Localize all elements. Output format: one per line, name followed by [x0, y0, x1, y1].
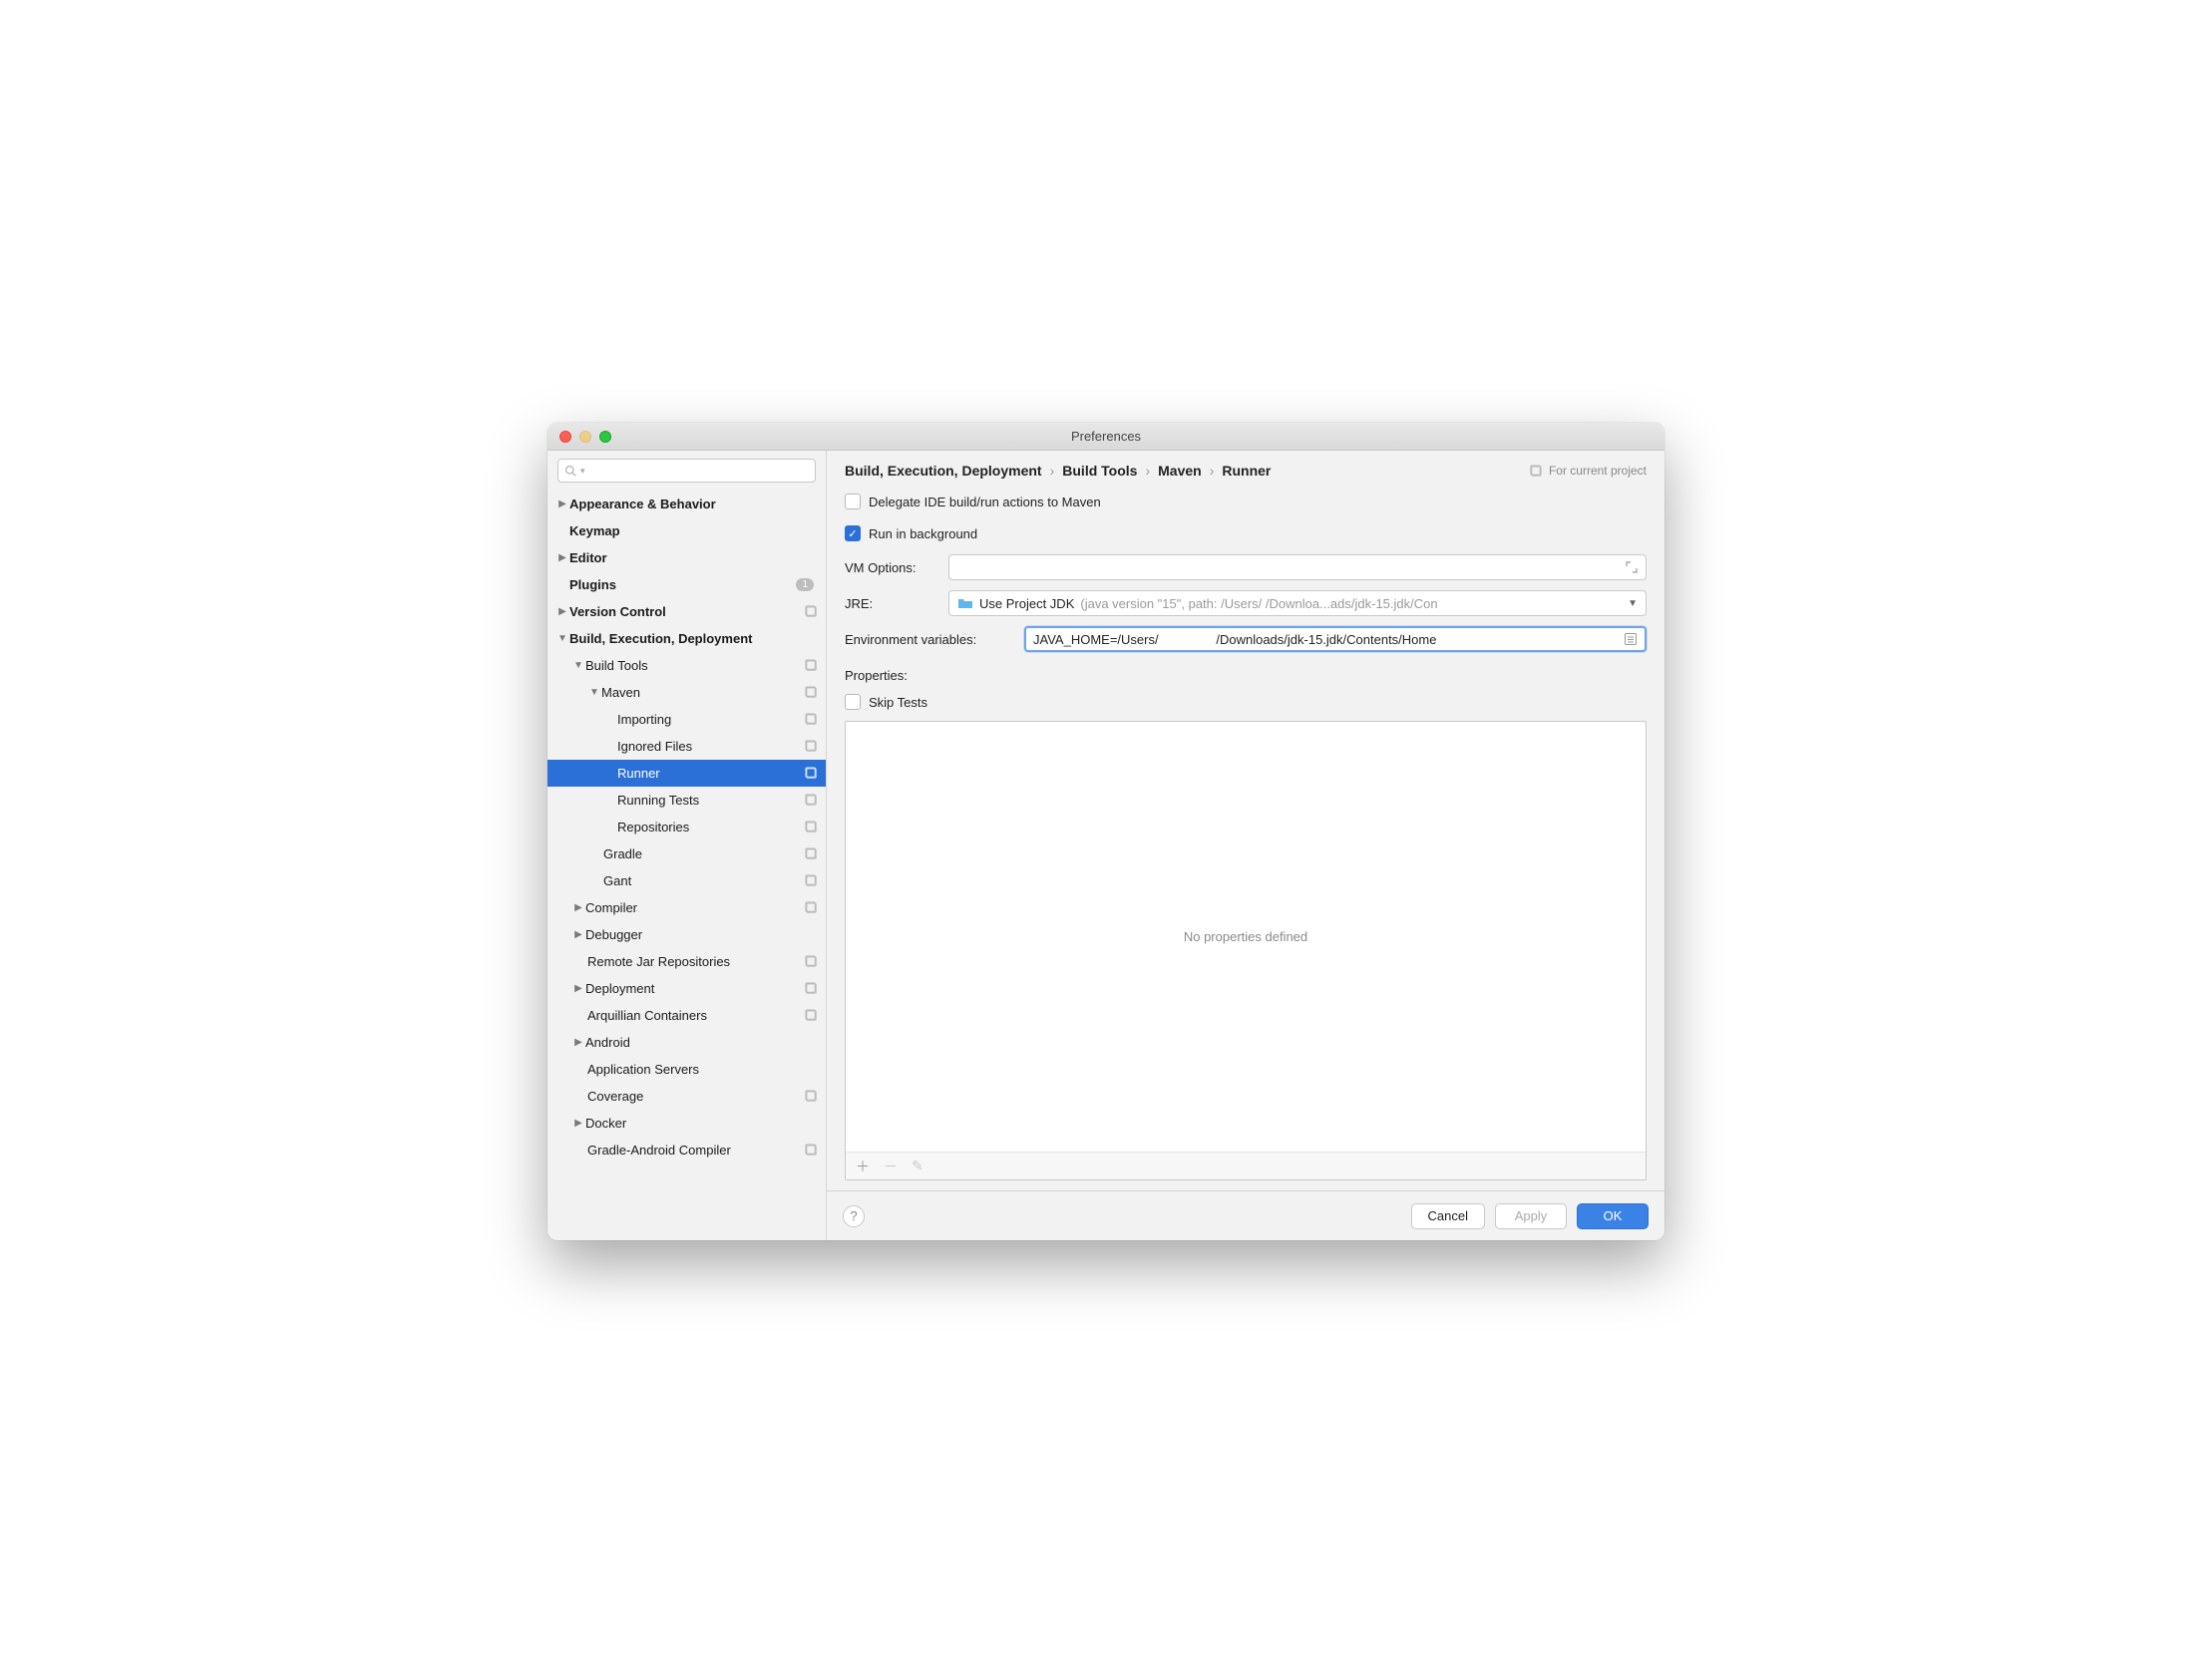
- crumb-runner: Runner: [1222, 463, 1271, 479]
- project-icon: [805, 1144, 818, 1157]
- project-icon: [805, 1090, 818, 1103]
- project-icon: [805, 686, 818, 699]
- skip-tests-checkbox[interactable]: Skip Tests: [845, 689, 1647, 715]
- vm-options-input[interactable]: [948, 554, 1647, 580]
- tree-plugins[interactable]: Plugins1: [548, 571, 826, 598]
- cancel-button[interactable]: Cancel: [1411, 1203, 1485, 1229]
- sidebar: ▾ ▶Appearance & Behavior Keymap ▶Editor …: [548, 451, 827, 1240]
- project-icon: [805, 821, 818, 833]
- plugins-badge: 1: [796, 578, 814, 591]
- skip-tests-label: Skip Tests: [869, 695, 927, 710]
- tree-runner[interactable]: Runner: [548, 760, 826, 787]
- minimize-icon: [579, 431, 591, 443]
- list-icon[interactable]: [1624, 632, 1638, 646]
- for-project-label: For current project: [1530, 464, 1647, 478]
- checkbox-icon: [845, 694, 861, 710]
- project-icon: [805, 794, 818, 807]
- checkbox-checked-icon: ✓: [845, 525, 861, 541]
- tree-gradle[interactable]: Gradle: [548, 840, 826, 867]
- apply-button[interactable]: Apply: [1495, 1203, 1567, 1229]
- checkbox-icon: [845, 494, 861, 509]
- titlebar: Preferences: [548, 423, 1664, 451]
- jre-hint: (java version "15", path: /Users/ /Downl…: [1080, 596, 1437, 611]
- preferences-window: Preferences ▾ ▶Appearance & Behavior Key…: [548, 423, 1664, 1240]
- tree-build-tools[interactable]: ▼Build Tools: [548, 652, 826, 679]
- project-icon: [805, 955, 818, 968]
- tree-bed[interactable]: ▼Build, Execution, Deployment: [548, 625, 826, 652]
- tree-android[interactable]: ▶Android: [548, 1029, 826, 1056]
- ok-button[interactable]: OK: [1577, 1203, 1649, 1229]
- no-properties-label: No properties defined: [846, 722, 1646, 1152]
- project-icon: [805, 740, 818, 753]
- delegate-checkbox[interactable]: Delegate IDE build/run actions to Maven: [845, 489, 1647, 514]
- properties-label: Properties:: [845, 668, 1647, 683]
- project-icon: [1530, 465, 1543, 478]
- help-button[interactable]: ?: [843, 1205, 865, 1227]
- tree-appearance[interactable]: ▶Appearance & Behavior: [548, 491, 826, 517]
- expand-icon[interactable]: [1626, 561, 1638, 573]
- properties-box: No properties defined ＋ － ✎: [845, 721, 1647, 1180]
- tree-deployment[interactable]: ▶Deployment: [548, 975, 826, 1002]
- tree-editor[interactable]: ▶Editor: [548, 544, 826, 571]
- delegate-label: Delegate IDE build/run actions to Maven: [869, 495, 1101, 509]
- tree-remote-jar[interactable]: Remote Jar Repositories: [548, 948, 826, 975]
- project-icon: [805, 847, 818, 860]
- main-panel: Build, Execution, Deployment › Build Too…: [827, 451, 1664, 1240]
- edit-icon[interactable]: ✎: [912, 1158, 923, 1174]
- window-controls: [559, 431, 611, 443]
- project-icon: [805, 713, 818, 726]
- project-icon: [805, 659, 818, 672]
- jre-dropdown[interactable]: Use Project JDK (java version "15", path…: [948, 590, 1647, 616]
- tree-repositories[interactable]: Repositories: [548, 814, 826, 840]
- tree-coverage[interactable]: Coverage: [548, 1083, 826, 1110]
- search-icon: [564, 465, 576, 477]
- tree-gant[interactable]: Gant: [548, 867, 826, 894]
- search-input[interactable]: ▾: [557, 459, 816, 483]
- project-icon: [805, 874, 818, 887]
- remove-icon[interactable]: －: [884, 1157, 898, 1176]
- add-icon[interactable]: ＋: [856, 1157, 870, 1176]
- tree-debugger[interactable]: ▶Debugger: [548, 921, 826, 948]
- crumb-maven[interactable]: Maven: [1158, 463, 1202, 479]
- env-label: Environment variables:: [845, 632, 1012, 647]
- vm-options-label: VM Options:: [845, 560, 936, 575]
- project-icon: [805, 605, 818, 618]
- jre-label: JRE:: [845, 596, 936, 611]
- jre-value: Use Project JDK: [979, 596, 1074, 611]
- tree-docker[interactable]: ▶Docker: [548, 1110, 826, 1137]
- crumb-build-tools[interactable]: Build Tools: [1062, 463, 1137, 479]
- zoom-icon[interactable]: [599, 431, 611, 443]
- project-icon: [805, 1009, 818, 1022]
- run-bg-checkbox[interactable]: ✓ Run in background: [845, 520, 1647, 546]
- crumb-bed[interactable]: Build, Execution, Deployment: [845, 463, 1042, 479]
- tree-gradle-android[interactable]: Gradle-Android Compiler: [548, 1137, 826, 1164]
- run-bg-label: Run in background: [869, 526, 977, 541]
- project-icon: [805, 982, 818, 995]
- env-input[interactable]: JAVA_HOME=/Users/ /Downloads/jdk-15.jdk/…: [1024, 626, 1647, 652]
- properties-toolbar: ＋ － ✎: [846, 1152, 1646, 1179]
- folder-icon: [957, 596, 973, 610]
- tree-importing[interactable]: Importing: [548, 706, 826, 733]
- env-value: JAVA_HOME=/Users/ /Downloads/jdk-15.jdk/…: [1033, 632, 1436, 647]
- project-icon: [805, 901, 818, 914]
- tree-arquillian[interactable]: Arquillian Containers: [548, 1002, 826, 1029]
- window-title: Preferences: [548, 429, 1664, 444]
- tree-keymap[interactable]: Keymap: [548, 517, 826, 544]
- tree-running-tests[interactable]: Running Tests: [548, 787, 826, 814]
- settings-tree: ▶Appearance & Behavior Keymap ▶Editor Pl…: [548, 491, 826, 1240]
- search-field[interactable]: [589, 464, 809, 478]
- breadcrumb: Build, Execution, Deployment › Build Too…: [845, 463, 1271, 479]
- chevron-down-icon: ▼: [1628, 598, 1638, 609]
- dialog-footer: ? Cancel Apply OK: [827, 1190, 1664, 1240]
- tree-version-control[interactable]: ▶Version Control: [548, 598, 826, 625]
- tree-compiler[interactable]: ▶Compiler: [548, 894, 826, 921]
- project-icon: [805, 767, 818, 780]
- tree-maven[interactable]: ▼Maven: [548, 679, 826, 706]
- tree-ignored[interactable]: Ignored Files: [548, 733, 826, 760]
- chevron-down-icon: ▾: [580, 466, 585, 477]
- close-icon[interactable]: [559, 431, 571, 443]
- tree-app-servers[interactable]: Application Servers: [548, 1056, 826, 1083]
